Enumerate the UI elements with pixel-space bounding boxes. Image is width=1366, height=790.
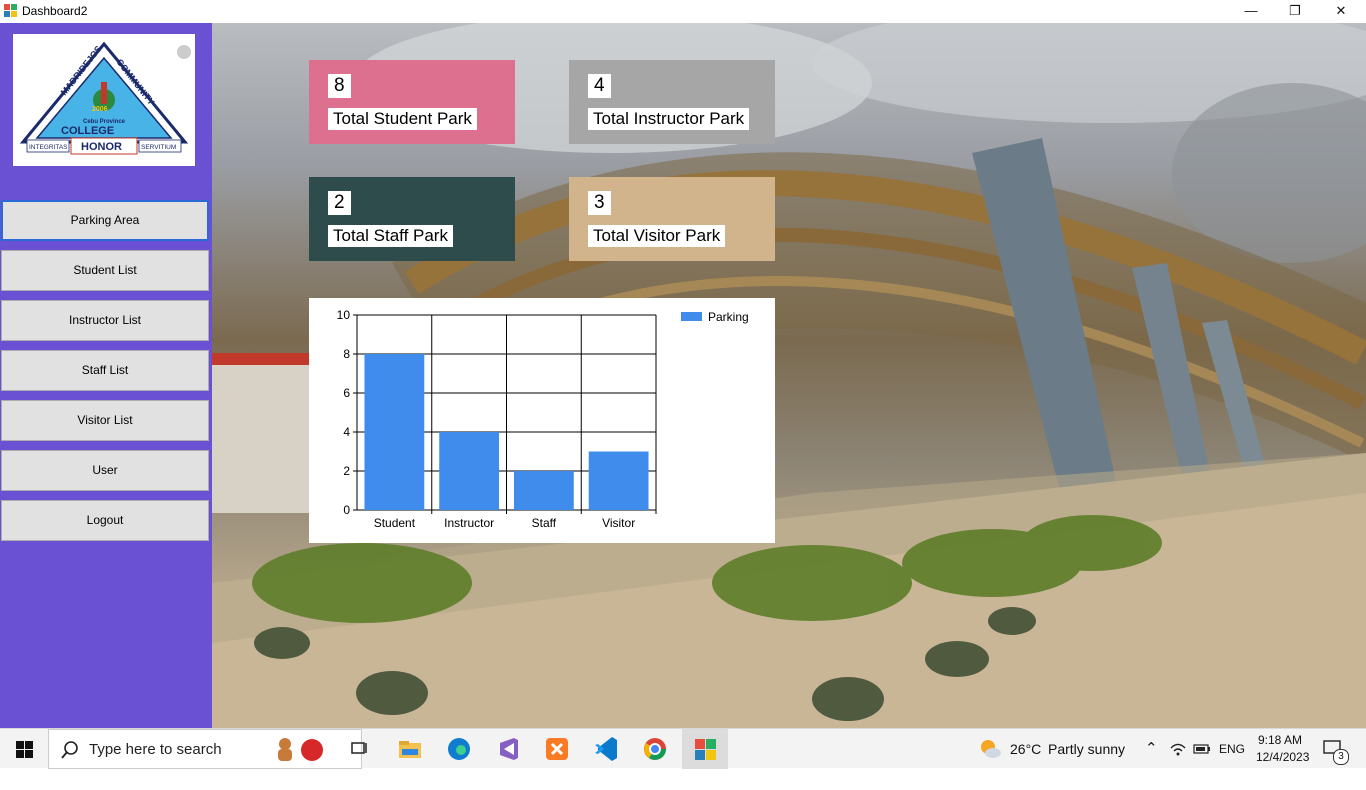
- x-tick-label: Instructor: [444, 516, 494, 530]
- x-tick-label: Visitor: [602, 516, 635, 530]
- chevron-up-icon[interactable]: ⌃: [1145, 739, 1158, 779]
- vscode-icon[interactable]: [592, 735, 620, 763]
- staff-list-button[interactable]: Staff List: [1, 350, 209, 391]
- weather-temp[interactable]: 26°C: [1010, 741, 1041, 781]
- visitor-park-count: 3: [588, 191, 611, 215]
- bar-instructor: [439, 432, 500, 510]
- parking-chart: 0 2 4 6 8 10 Student Instructor Staff Visitor Park…: [309, 298, 775, 543]
- visitor-park-card: 3 Total Visitor Park: [569, 177, 775, 261]
- staff-park-label: Total Staff Park: [328, 225, 453, 247]
- logout-button[interactable]: Logout: [1, 500, 209, 541]
- bar-staff: [513, 471, 574, 510]
- notification-count: 3: [1333, 749, 1349, 765]
- legend-label: Parking: [708, 310, 749, 324]
- x-tick-label: Student: [374, 516, 416, 530]
- college-logo: MADRIDEJOS COMMUNITY 2006 Cebu Province …: [13, 34, 195, 166]
- logo-center-motto: HONOR: [81, 141, 122, 153]
- chrome-icon[interactable]: [641, 735, 669, 763]
- battery-icon[interactable]: [1193, 743, 1211, 755]
- parking-chart-svg: 0 2 4 6 8 10 Student Instructor Staff Visitor Park…: [337, 308, 749, 530]
- search-placeholder: Type here to search: [89, 741, 222, 758]
- edge-icon[interactable]: [445, 735, 473, 763]
- y-tick-label: 2: [343, 464, 350, 478]
- legend-swatch: [681, 312, 702, 321]
- logo-left-motto: INTEGRITAS: [29, 144, 68, 151]
- instructor-list-button[interactable]: Instructor List: [1, 300, 209, 341]
- task-view-icon[interactable]: [346, 735, 374, 763]
- windows-start-icon[interactable]: [16, 741, 33, 758]
- staff-park-card: 2 Total Staff Park: [309, 177, 515, 261]
- user-button[interactable]: User: [1, 450, 209, 491]
- student-park-label: Total Student Park: [328, 108, 477, 130]
- y-tick-label: 6: [343, 386, 350, 400]
- taskbar: Type here to search 26°C Partly sunny ⌃: [0, 728, 1366, 769]
- student-park-card: 8 Total Student Park: [309, 60, 515, 144]
- search-icon: [61, 741, 78, 759]
- weather-desc[interactable]: Partly sunny: [1048, 741, 1125, 781]
- student-park-count: 8: [328, 74, 351, 98]
- gingerbread-icon: [278, 738, 292, 761]
- ornament-icon: [301, 739, 323, 761]
- y-tick-label: 10: [337, 308, 351, 322]
- logo-college: COLLEGE: [61, 125, 114, 137]
- instructor-park-count: 4: [588, 74, 611, 98]
- file-explorer-icon[interactable]: [396, 735, 424, 763]
- minimize-button[interactable]: —: [1228, 0, 1274, 23]
- visitor-list-button[interactable]: Visitor List: [1, 400, 209, 441]
- logo-year: 2006: [92, 106, 108, 113]
- wifi-icon[interactable]: [1170, 742, 1186, 756]
- app-icon: [4, 4, 17, 17]
- language-indicator[interactable]: ENG: [1219, 742, 1245, 782]
- x-tick-label: Staff: [532, 516, 557, 530]
- restore-button[interactable]: ❐: [1272, 0, 1318, 23]
- winforms-app-icon[interactable]: [691, 735, 719, 763]
- instructor-park-label: Total Instructor Park: [588, 108, 750, 130]
- bar-student: [364, 354, 425, 510]
- title-bar: Dashboard2 — ❐ ✕: [0, 0, 1366, 23]
- logo-right-motto: SERVITIUM: [141, 144, 176, 151]
- visitor-park-label: Total Visitor Park: [588, 225, 726, 247]
- bar-visitor: [588, 451, 649, 510]
- y-tick-label: 4: [343, 425, 350, 439]
- clock-date[interactable]: 12/4/2023: [1256, 750, 1309, 790]
- instructor-park-card: 4 Total Instructor Park: [569, 60, 775, 144]
- close-button[interactable]: ✕: [1318, 0, 1364, 23]
- y-tick-label: 8: [343, 347, 350, 361]
- taskbar-search-box[interactable]: Type here to search: [48, 729, 362, 769]
- window-title: Dashboard2: [22, 4, 88, 18]
- staff-park-count: 2: [328, 191, 351, 215]
- parking-area-button[interactable]: Parking Area: [1, 200, 209, 241]
- student-list-button[interactable]: Student List: [1, 250, 209, 291]
- xampp-icon[interactable]: [543, 735, 571, 763]
- visual-studio-icon[interactable]: [494, 735, 522, 763]
- y-tick-label: 0: [343, 503, 350, 517]
- partly-sunny-icon[interactable]: [978, 737, 1002, 761]
